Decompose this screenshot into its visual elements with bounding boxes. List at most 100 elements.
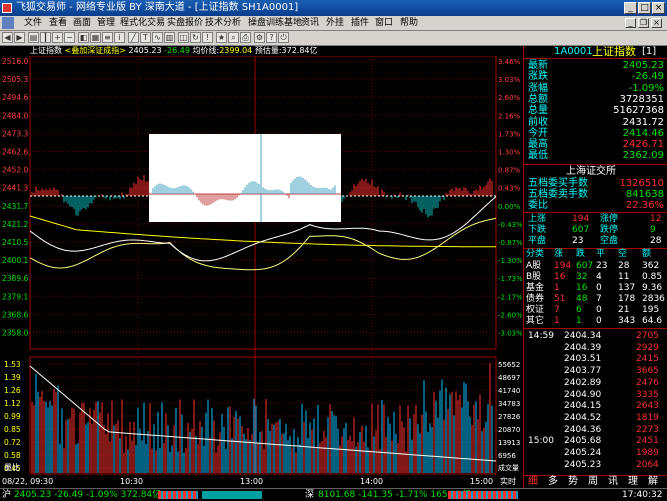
tab-3[interactable]: 周 xyxy=(588,476,598,487)
menu-realtime-quote[interactable]: 实盘报价 xyxy=(167,16,203,30)
overlay-name[interactable]: <叠加深证成指> xyxy=(65,46,126,55)
price-tick-label: 2410.5 xyxy=(2,238,28,247)
menu-plugins[interactable]: 插件 xyxy=(351,16,369,30)
tab-4[interactable]: 讯 xyxy=(608,476,618,487)
ratio-tick-label: 1.12 xyxy=(4,399,21,408)
overlay-mini-chart xyxy=(149,134,341,222)
help-icon[interactable]: ? xyxy=(266,32,277,43)
back-icon[interactable]: ◀ xyxy=(2,32,13,43)
updown-value: 12 xyxy=(650,214,662,224)
tick-price: 2402.89 xyxy=(564,377,602,388)
window-tile-icon[interactable]: ◫ xyxy=(178,32,189,43)
updown-label: 空盘 xyxy=(600,236,619,246)
class-cell: A股 xyxy=(526,261,542,271)
tab-6[interactable]: 解 xyxy=(648,476,658,487)
pct-tick-label: 2.60% xyxy=(498,94,521,102)
tab-2[interactable]: 势 xyxy=(568,476,578,487)
ratio-label: 量比 xyxy=(4,462,20,472)
quote-value: 2426.71 xyxy=(622,139,664,151)
menu-view[interactable]: 查看 xyxy=(49,16,67,30)
settings-icon[interactable]: ⚙ xyxy=(254,32,265,43)
grid-icon[interactable]: ▦ xyxy=(90,32,101,43)
list-icon[interactable]: ≡ xyxy=(102,32,113,43)
tick-price: 2405.24 xyxy=(564,448,602,458)
mdi-restore-button[interactable]: ❐ xyxy=(638,18,649,28)
class-cell: 343 xyxy=(618,316,636,326)
mdi-close-button[interactable]: × xyxy=(651,18,662,28)
pct-tick-label: -2.17% xyxy=(498,293,522,301)
indicator-icon[interactable]: ∿ xyxy=(152,32,163,43)
period-icon[interactable]: ◧ xyxy=(78,32,89,43)
menu-program-trading[interactable]: 程式化交易 xyxy=(120,16,165,30)
alert-icon[interactable]: ! xyxy=(202,32,213,43)
app-icon[interactable] xyxy=(2,3,12,13)
doc-icon[interactable] xyxy=(2,17,14,29)
quote-row: 最低 2362.09 xyxy=(524,150,667,161)
quote-label: 前收 xyxy=(528,116,548,128)
price-tick-label: 2379.1 xyxy=(2,292,28,301)
est-value: 372.84亿 xyxy=(281,46,318,55)
tick-volume: 3665 xyxy=(636,366,659,377)
zoom-out-icon[interactable]: − xyxy=(64,32,75,43)
tick-price: 2404.34 xyxy=(564,331,602,341)
menu-help[interactable]: 帮助 xyxy=(400,16,418,30)
time-label: 14:00 xyxy=(360,477,383,486)
updown-label: 上涨 xyxy=(528,214,547,224)
order-value: 1326510 xyxy=(619,178,664,189)
zoom-in-icon[interactable]: + xyxy=(52,32,63,43)
vol-tick-label: 6956 xyxy=(498,452,516,460)
menu-file[interactable]: 文件 xyxy=(24,16,42,30)
sh-index[interactable]: 2405.23 -26.49 -1.09% 372.84亿 xyxy=(14,489,161,501)
menu-training-base[interactable]: 操盘训练基地 xyxy=(248,16,302,30)
chart-icon[interactable]: ▤ xyxy=(28,32,39,43)
print-icon[interactable]: ⎙ xyxy=(240,32,251,43)
maximize-button[interactable]: □ xyxy=(638,2,651,14)
tick-volume: 1989 xyxy=(636,448,659,458)
quote-value: 2414.46 xyxy=(622,127,664,139)
order-label: 五档委买手数 xyxy=(528,178,588,189)
mdi-minimize-button[interactable]: _ xyxy=(625,18,636,28)
volume-icon[interactable]: ▥ xyxy=(164,32,175,43)
info-icon[interactable]: i xyxy=(114,32,125,43)
menu-window[interactable]: 窗口 xyxy=(375,16,393,30)
class-cell: 9.36 xyxy=(642,283,663,293)
sh-label: 沪 xyxy=(2,490,12,500)
class-cell: 0.85 xyxy=(642,272,663,282)
exit-icon[interactable]: ⏻ xyxy=(278,32,289,43)
text-icon[interactable]: T xyxy=(140,32,151,43)
class-cell: 0 xyxy=(596,305,602,315)
menu-news[interactable]: 资讯 xyxy=(301,16,319,30)
tab-5[interactable]: 理 xyxy=(628,476,638,487)
quote-code: 1A0001 xyxy=(554,46,593,57)
search-icon[interactable]: ⌕ xyxy=(228,32,239,43)
sz-label: 深 xyxy=(305,490,315,500)
quote-value: 2431.72 xyxy=(622,116,664,128)
order-row: 委比 22.36% xyxy=(524,200,667,211)
tick-price: 2404.52 xyxy=(564,412,602,423)
forward-icon[interactable]: ▶ xyxy=(14,32,25,43)
refresh-icon[interactable]: ↻ xyxy=(190,32,201,43)
tab-1[interactable]: 多 xyxy=(548,476,558,487)
minimize-button[interactable]: _ xyxy=(624,2,637,14)
updown-value: 194 xyxy=(572,214,590,224)
draw-line-icon[interactable]: ╱ xyxy=(128,32,139,43)
menu-manage[interactable]: 管理 xyxy=(97,16,115,30)
kline-icon[interactable]: ┃ xyxy=(40,32,51,43)
menu-technical-analysis[interactable]: 技术分析 xyxy=(205,16,241,30)
class-cell: 1 xyxy=(554,316,560,326)
menu-plugins-external[interactable]: 外挂 xyxy=(326,16,344,30)
class-header: 分类 xyxy=(526,249,545,259)
intraday-chart[interactable]: 2516.0 3.46% 2505.3 3.03% 2494.6 2.60% 2484.0 2… xyxy=(0,56,522,488)
class-cell: 48 xyxy=(576,294,588,304)
tick-price: 2403.77 xyxy=(564,366,602,377)
status-bar: 沪 2405.23 -26.49 -1.09% 372.84亿 深 8101.6… xyxy=(0,488,667,501)
class-cell: 178 xyxy=(618,294,636,304)
vol-tick-label: 27826 xyxy=(498,413,521,421)
bookmark-icon[interactable]: ★ xyxy=(216,32,227,43)
quote-value: 2362.09 xyxy=(622,150,664,162)
updown-label: 跌停 xyxy=(600,225,619,235)
class-cell: 64.6 xyxy=(642,316,663,326)
menu-screen[interactable]: 画面 xyxy=(73,16,91,30)
tab-0[interactable]: 细 xyxy=(528,476,538,487)
close-button[interactable]: × xyxy=(652,2,665,14)
